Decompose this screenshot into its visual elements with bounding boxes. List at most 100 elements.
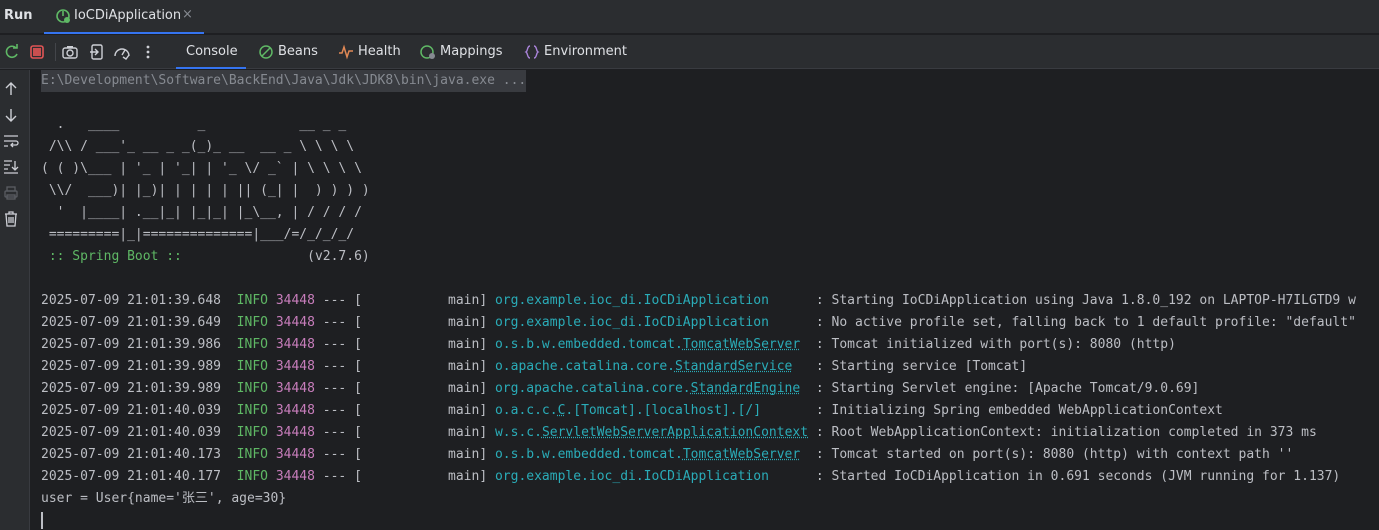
log-space [221,293,237,308]
console-side-toolbar [0,70,30,530]
banner-line: ' |____| .__|_| |_|_| |_\__, | / / / / [41,205,362,220]
tab-console[interactable]: Console [176,35,246,69]
run-config-tab[interactable]: IoCDiApplication × [44,0,204,34]
log-logger-link[interactable]: TomcatWebServer [683,337,800,352]
tab-environment[interactable]: Environment [524,35,627,69]
log-timestamp: 2025-07-09 21:01:40.173 [41,447,222,462]
log-thread: --- [ main] [314,447,495,462]
scroll-to-end-icon[interactable] [2,158,20,176]
console-toolbar: Console Beans Health Mappings Environmen… [0,35,1379,69]
log-pid: 34448 [275,359,315,374]
console-output[interactable]: E:\Development\Software\BackEnd\Java\Jdk… [31,70,1379,530]
close-icon[interactable]: × [182,7,193,22]
tab-console-label: Console [186,44,238,59]
log-space [221,403,237,418]
scroll-up-icon[interactable] [2,80,20,98]
log-level: INFO [236,425,268,440]
log-pid: 34448 [275,469,315,484]
banner-line: . ____ _ __ _ _ [41,117,347,132]
log-message: : Starting service [Tomcat] [792,359,1028,374]
log-logger-link[interactable]: TomcatWebServer [683,447,800,462]
log-space [268,337,276,352]
soft-wrap-icon[interactable] [2,132,20,150]
banner-line: =========|_|==============|___/=/_/_/_/ [41,227,355,242]
log-level: INFO [236,359,268,374]
log-thread: --- [ main] [314,425,495,440]
log-pid: 34448 [275,337,315,352]
log-logger-link[interactable]: StandardEngine [691,381,801,396]
command-line[interactable]: E:\Development\Software\BackEnd\Java\Jdk… [41,70,527,92]
log-pid: 34448 [275,403,315,418]
log-thread: --- [ main] [314,293,495,308]
log-space [221,337,237,352]
stop-icon[interactable] [28,43,46,61]
dashboard-icon[interactable] [113,43,131,61]
log-level: INFO [236,315,268,330]
log-line: 2025-07-09 21:01:39.989 INFO 34448 --- [… [41,356,1027,378]
tab-health[interactable]: Health [338,35,401,69]
tab-mappings[interactable]: Mappings [420,35,503,69]
log-logger-link[interactable]: StandardService [675,359,792,374]
log-timestamp: 2025-07-09 21:01:40.039 [41,425,222,440]
print-icon[interactable] [2,184,20,202]
log-pid: 34448 [275,381,315,396]
health-icon [339,44,353,60]
log-timestamp: 2025-07-09 21:01:39.989 [41,381,222,396]
log-pid: 34448 [275,293,315,308]
tab-environment-label: Environment [544,44,628,59]
toolbar-separator [55,43,56,61]
log-logger: o.s.b.w.embedded.tomcat. [494,447,683,462]
program-output-line: user = User{name='张三', age=30} [41,491,287,506]
banner-line: /\\ / ___'_ __ _ _(_)_ __ __ _ \ \ \ \ [41,139,355,154]
clear-icon[interactable] [2,210,20,228]
log-level: INFO [236,381,268,396]
log-message: : Tomcat initialized with port(s): 8080 … [800,337,1176,352]
log-message: : Starting IoCDiApplication using Java 1… [768,293,1356,308]
log-space [268,315,276,330]
log-thread: --- [ main] [314,337,495,352]
log-message: : Starting Servlet engine: [Apache Tomca… [800,381,1200,396]
log-timestamp: 2025-07-09 21:01:39.649 [41,315,222,330]
more-icon[interactable] [139,43,157,61]
tab-beans[interactable]: Beans [258,35,318,69]
rerun-icon[interactable] [3,43,21,61]
text-caret [41,512,43,529]
log-message: : Tomcat started on port(s): 8080 (http)… [800,447,1294,462]
log-timestamp: 2025-07-09 21:01:40.039 [41,403,222,418]
log-message: : Root WebApplicationContext: initializa… [808,425,1317,440]
spring-boot-version-line: :: Spring Boot :: (v2.7.6) [41,246,370,268]
log-timestamp: 2025-07-09 21:01:39.986 [41,337,222,352]
run-tool-window-header: Run IoCDiApplication × [0,0,1379,34]
log-line: 2025-07-09 21:01:39.649 INFO 34448 --- [… [41,312,1356,334]
log-line: 2025-07-09 21:01:40.177 INFO 34448 --- [… [41,466,1340,488]
log-level: INFO [236,293,268,308]
log-space [268,469,276,484]
beans-icon [259,45,273,59]
log-level: INFO [236,403,268,418]
log-line: 2025-07-09 21:01:40.173 INFO 34448 --- [… [41,444,1293,466]
spring-boot-icon [56,9,70,23]
log-logger: org.example.ioc_di.IoCDiApplication [494,315,769,330]
log-thread: --- [ main] [314,469,495,484]
log-pid: 34448 [275,447,315,462]
log-line: 2025-07-09 21:01:39.648 INFO 34448 --- [… [41,290,1356,312]
environment-icon [524,45,540,59]
log-logger: w.s.c. [494,425,542,440]
run-config-tab-label: IoCDiApplication [74,8,182,23]
scroll-down-icon[interactable] [2,106,20,124]
log-space [268,403,276,418]
log-space [221,381,237,396]
log-thread: --- [ main] [314,403,495,418]
log-message: : No active profile set, falling back to… [768,315,1356,330]
log-thread: --- [ main] [314,381,495,396]
log-level: INFO [236,469,268,484]
log-space [221,359,237,374]
exit-icon[interactable] [88,43,106,61]
spring-boot-version: (v2.7.6) [189,249,370,264]
log-logger-link[interactable]: ServletWebServerApplicationContext [542,425,808,440]
log-space [221,315,237,330]
log-logger: org.example.ioc_di.IoCDiApplication [494,293,769,308]
camera-icon[interactable] [61,43,79,61]
log-logger-tail: .[Tomcat].[localhost].[/] [565,403,762,418]
tab-mappings-label: Mappings [440,44,503,59]
